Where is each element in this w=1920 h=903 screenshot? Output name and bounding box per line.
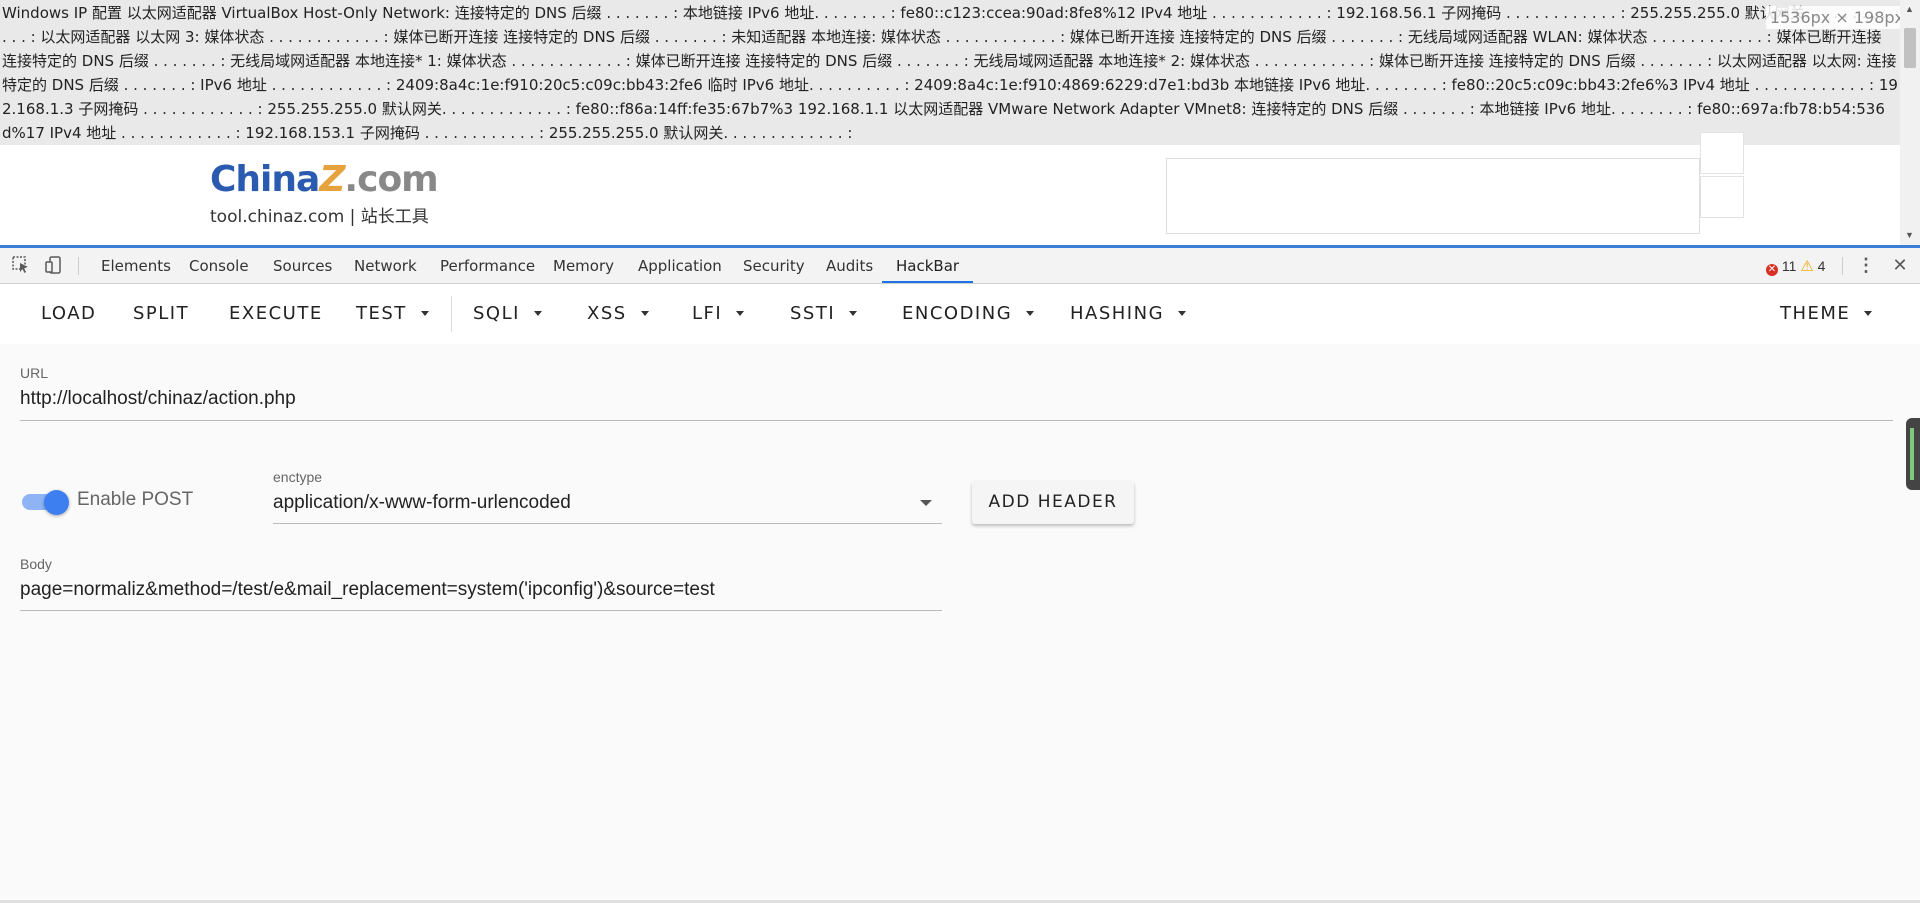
chevron-down-icon xyxy=(1178,311,1187,316)
logo-com-text: .com xyxy=(344,159,438,200)
page-scrollbar[interactable]: ▲ ▼ xyxy=(1900,0,1920,245)
inspect-element-icon[interactable] xyxy=(11,255,31,275)
enctype-label: enctype xyxy=(273,469,323,485)
browser-page-area: Windows IP 配置 以太网适配器 VirtualBox Host-Onl… xyxy=(0,0,1920,245)
side-button-bottom[interactable] xyxy=(1700,176,1744,218)
split-label: SPLIT xyxy=(133,303,190,324)
chevron-down-icon xyxy=(1864,311,1873,316)
chevron-down-icon xyxy=(420,311,429,316)
load-button[interactable]: LOAD xyxy=(41,284,96,344)
tab-memory[interactable]: Memory xyxy=(553,248,614,283)
warning-icon: ⚠ xyxy=(1800,258,1814,275)
enctype-underline xyxy=(273,523,942,524)
tab-hackbar[interactable]: HackBar xyxy=(882,248,974,283)
sqli-dropdown[interactable]: SQLI xyxy=(473,284,542,344)
side-scroll-indicator[interactable] xyxy=(1906,418,1920,490)
enable-post-label: Enable POST xyxy=(77,489,194,510)
logo-z-text: Z xyxy=(319,159,345,200)
ssti-dropdown[interactable]: SSTI xyxy=(790,284,858,344)
error-icon: ✕ xyxy=(1766,264,1778,276)
encoding-dropdown[interactable]: ENCODING xyxy=(902,284,1035,344)
url-label: URL xyxy=(20,365,49,381)
hashing-dropdown[interactable]: HASHING xyxy=(1070,284,1187,344)
lfi-label: LFI xyxy=(692,303,723,324)
xss-dropdown[interactable]: XSS xyxy=(587,284,649,344)
theme-dropdown[interactable]: THEME xyxy=(1780,284,1873,344)
chinaz-logo[interactable]: ChinaZ.com tool.chinaz.com | 站长工具 xyxy=(210,160,450,230)
split-button[interactable]: SPLIT xyxy=(133,284,189,344)
enctype-select[interactable]: application/x-www-form-urlencoded xyxy=(273,492,571,514)
error-warning-counter[interactable]: ✕ 11 ⚠ 4 xyxy=(1766,257,1825,276)
close-icon[interactable]: ✕ xyxy=(1890,255,1910,275)
tab-security[interactable]: Security xyxy=(743,248,805,283)
tab-performance[interactable]: Performance xyxy=(440,248,535,283)
chevron-down-icon xyxy=(1026,311,1035,316)
devtools-toolbar: Elements Console Sources Network Perform… xyxy=(0,248,1920,284)
error-count: 11 xyxy=(1781,258,1797,274)
tab-network[interactable]: Network xyxy=(354,248,417,283)
test-dropdown[interactable]: TEST xyxy=(356,284,429,344)
body-field[interactable]: page=normaliz&method=/test/e&mail_replac… xyxy=(20,579,715,601)
hackbar-body xyxy=(0,344,1920,903)
sqli-label: SQLI xyxy=(473,303,520,324)
body-label: Body xyxy=(20,556,52,572)
tab-console[interactable]: Console xyxy=(189,248,249,283)
url-field[interactable]: http://localhost/chinaz/action.php xyxy=(20,388,296,410)
menu-divider xyxy=(451,296,452,332)
toolbar-divider xyxy=(78,257,79,275)
tab-elements[interactable]: Elements xyxy=(101,248,171,283)
hackbar-menu: LOAD SPLIT EXECUTE TEST SQLI XSS LFI SST… xyxy=(0,284,1920,344)
encoding-label: ENCODING xyxy=(902,303,1013,324)
enable-post-toggle-knob[interactable] xyxy=(44,490,69,515)
more-options-icon[interactable]: ⋮ xyxy=(1856,255,1876,275)
chevron-down-icon xyxy=(533,311,542,316)
chevron-down-icon[interactable] xyxy=(920,500,932,506)
xss-label: XSS xyxy=(587,303,627,324)
theme-label: THEME xyxy=(1780,303,1851,324)
body-field-underline xyxy=(20,610,942,611)
logo-china-text: China xyxy=(210,159,320,200)
scroll-indicator-fill xyxy=(1910,428,1914,480)
tab-sources[interactable]: Sources xyxy=(273,248,332,283)
scroll-up-icon[interactable]: ▲ xyxy=(1905,4,1914,14)
lfi-dropdown[interactable]: LFI xyxy=(692,284,745,344)
search-input[interactable] xyxy=(1166,158,1700,234)
scroll-down-icon[interactable]: ▼ xyxy=(1905,230,1914,240)
load-label: LOAD xyxy=(41,303,97,324)
test-label: TEST xyxy=(356,303,407,324)
url-field-underline xyxy=(20,420,1893,421)
execute-button[interactable]: EXECUTE xyxy=(229,284,323,344)
hashing-label: HASHING xyxy=(1070,303,1165,324)
warning-count: 4 xyxy=(1817,258,1826,274)
execute-label: EXECUTE xyxy=(229,303,323,324)
side-button-top[interactable] xyxy=(1700,132,1744,174)
ssti-label: SSTI xyxy=(790,303,836,324)
ipconfig-output-text: Windows IP 配置 以太网适配器 VirtualBox Host-Onl… xyxy=(0,0,1900,145)
device-toggle-icon[interactable] xyxy=(44,255,64,275)
size-overlay: 1536px × 198px xyxy=(1765,6,1908,29)
tab-application[interactable]: Application xyxy=(638,248,722,283)
logo-subtitle: tool.chinaz.com | 站长工具 xyxy=(210,207,429,227)
tab-audits[interactable]: Audits xyxy=(826,248,873,283)
add-header-button[interactable]: ADD HEADER xyxy=(972,481,1134,524)
chevron-down-icon xyxy=(640,311,649,316)
chevron-down-icon xyxy=(736,311,745,316)
scrollbar-thumb[interactable] xyxy=(1904,28,1916,68)
toolbar-divider xyxy=(1842,257,1843,275)
chevron-down-icon xyxy=(849,311,858,316)
